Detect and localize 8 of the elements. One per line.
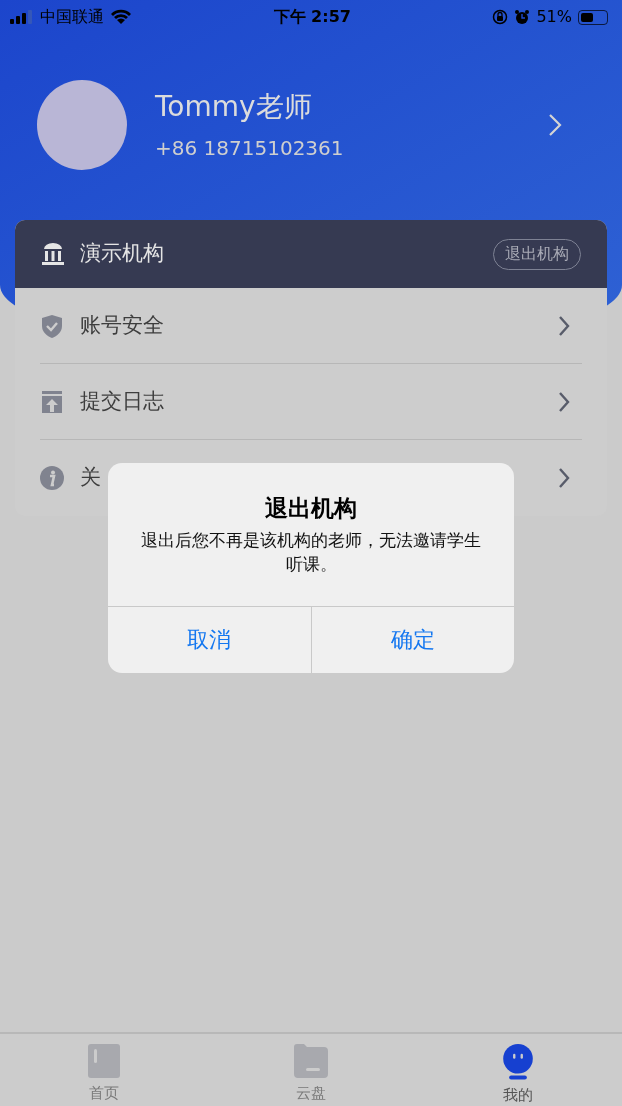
organization-name: 演示机构: [80, 240, 165, 268]
carrier-name: 中国联通: [40, 6, 104, 28]
dialog-message: 退出后您不再是该机构的老师，无法邀请学生听课。: [140, 528, 482, 576]
battery-percent: 51%: [536, 6, 572, 28]
phone-number: +86 18715102361: [155, 135, 345, 162]
status-time: 下午 2:57: [273, 6, 351, 28]
dialog-title: 退出机构: [265, 494, 357, 523]
user-name: Tommy老师: [155, 89, 313, 125]
